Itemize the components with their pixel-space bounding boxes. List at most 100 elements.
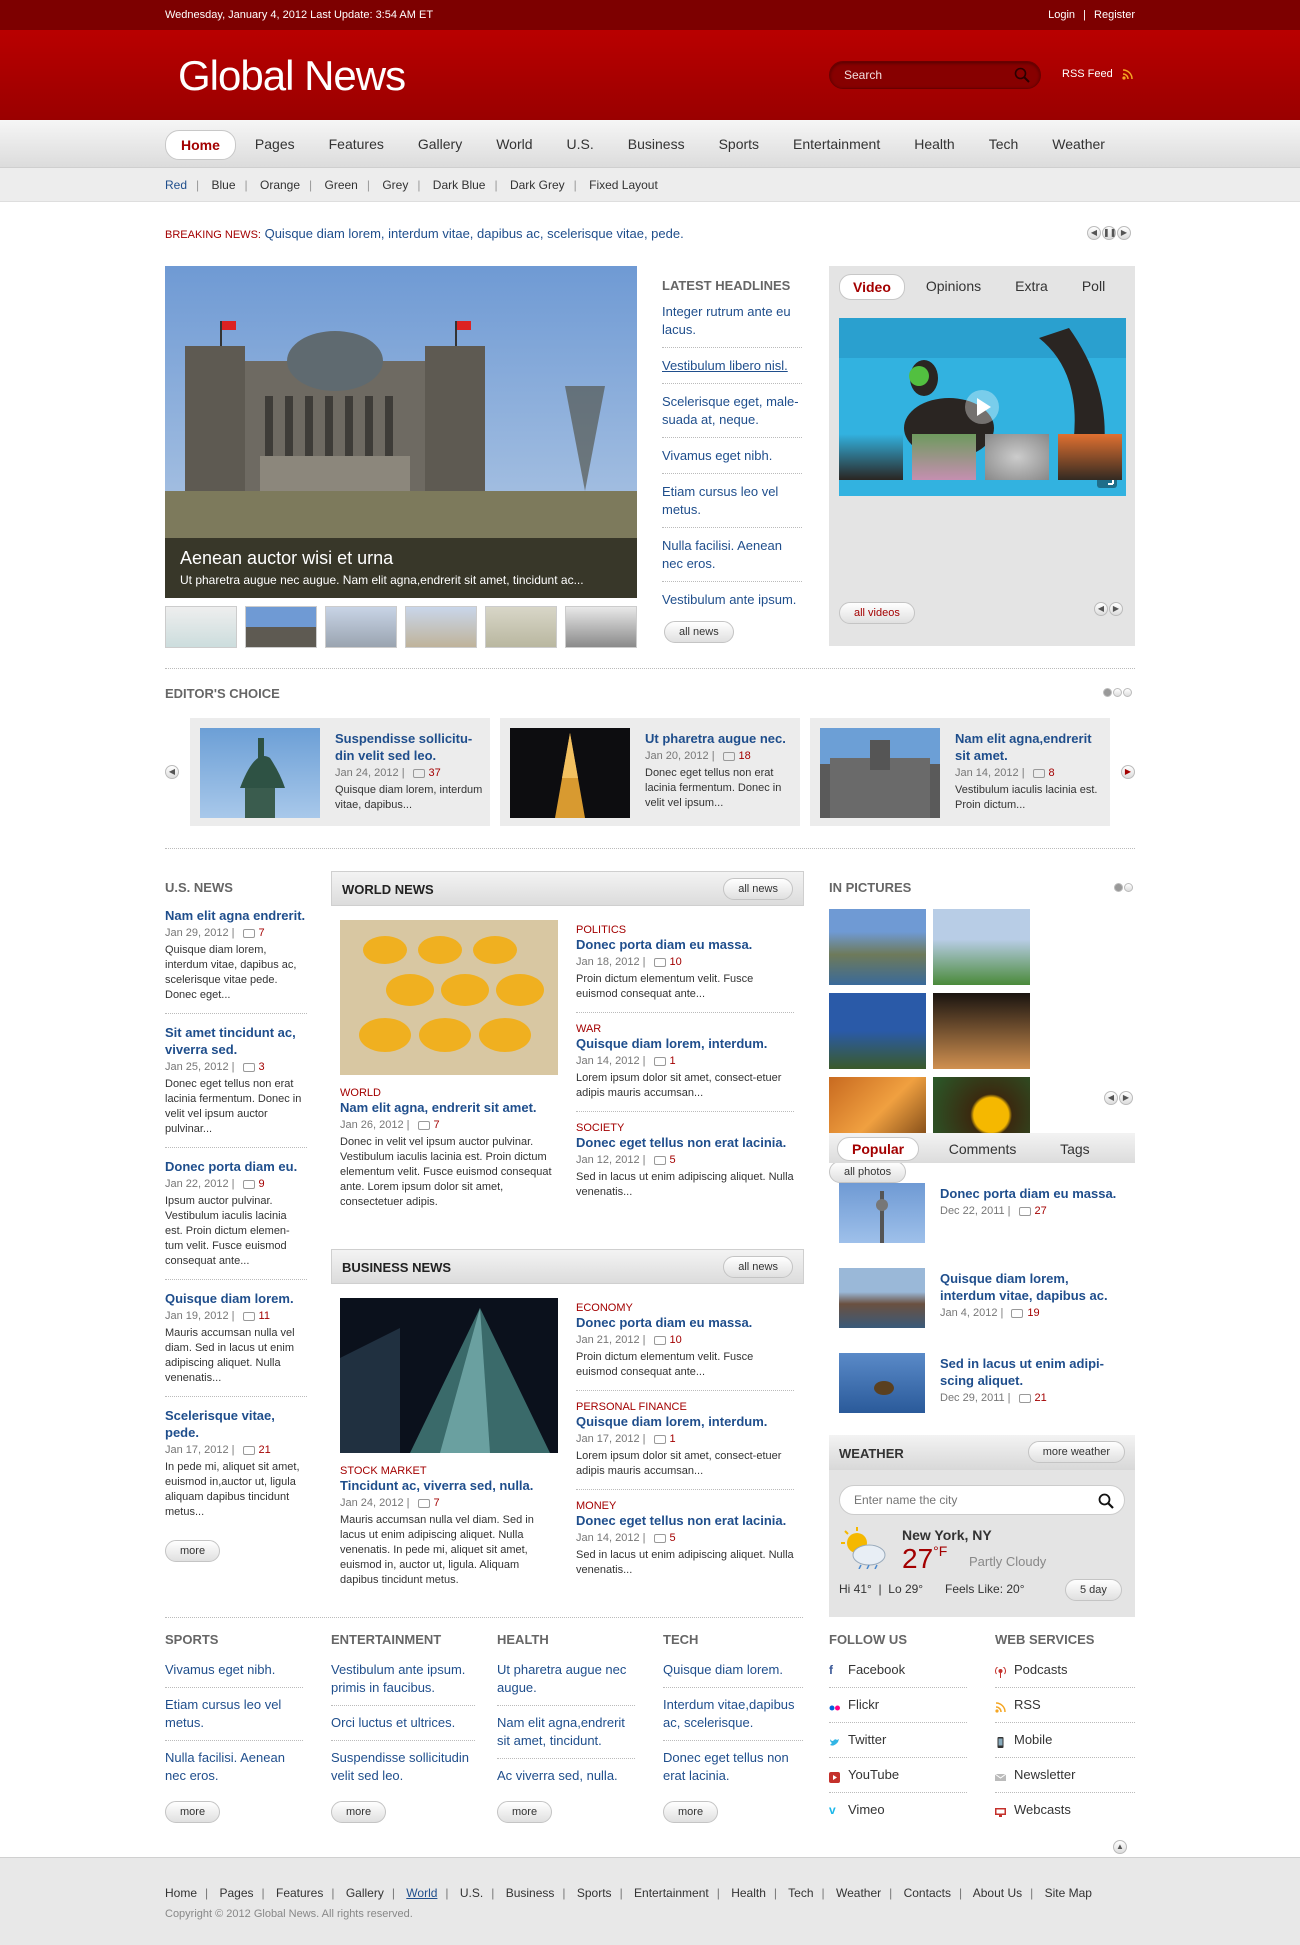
hero-thumb[interactable] bbox=[165, 606, 237, 648]
nav-home[interactable]: Home bbox=[165, 130, 236, 160]
item-title[interactable]: Quisque diam lorem, interdum. bbox=[576, 1035, 794, 1052]
editor-card-title[interactable]: Ut pharetra augue nec. bbox=[645, 730, 793, 747]
photo-thumb[interactable] bbox=[933, 993, 1030, 1069]
search-box[interactable] bbox=[829, 61, 1041, 89]
nav-world[interactable]: World bbox=[481, 130, 547, 160]
theme-dark-blue[interactable]: Dark Blue bbox=[433, 178, 486, 192]
footer-link-health[interactable]: Health bbox=[731, 1886, 766, 1900]
headline-link[interactable]: Scelerisque eget, male-suada at, neque. bbox=[662, 393, 802, 438]
nav-sports[interactable]: Sports bbox=[704, 130, 774, 160]
nav-features[interactable]: Features bbox=[314, 130, 399, 160]
twitter-link[interactable]: Twitter bbox=[829, 1731, 967, 1758]
tech-link[interactable]: Quisque diam lorem. bbox=[663, 1661, 803, 1688]
headline-link[interactable]: Integer rutrum ante eu lacus. bbox=[662, 303, 802, 348]
headline-link[interactable]: Nulla facilisi. Aenean nec eros. bbox=[662, 537, 802, 582]
item-category[interactable]: POLITICS bbox=[576, 924, 794, 936]
world-lead-title[interactable]: Nam elit agna, endrerit sit amet. bbox=[340, 1099, 558, 1116]
theme-red[interactable]: Red bbox=[165, 178, 187, 192]
entertainment-more-button[interactable]: more bbox=[331, 1801, 387, 1823]
world-all-news-button[interactable]: all news bbox=[723, 878, 793, 900]
item-title[interactable]: Quisque diam lorem, interdum. bbox=[576, 1413, 794, 1430]
tab-extra[interactable]: Extra bbox=[1002, 274, 1061, 300]
item-category[interactable]: SOCIETY bbox=[576, 1122, 794, 1134]
nav-health[interactable]: Health bbox=[899, 130, 969, 160]
popular-image[interactable] bbox=[839, 1353, 925, 1413]
world-lead-image[interactable] bbox=[340, 920, 558, 1075]
popular-title[interactable]: Donec porta diam eu massa. bbox=[940, 1185, 1125, 1202]
fixed-layout[interactable]: Fixed Layout bbox=[589, 178, 658, 192]
business-lead-category[interactable]: STOCK MARKET bbox=[340, 1465, 558, 1477]
video-thumb[interactable] bbox=[839, 434, 903, 480]
footer-link-pages[interactable]: Pages bbox=[219, 1886, 253, 1900]
rss-link[interactable]: RSS bbox=[995, 1696, 1135, 1723]
health-link[interactable]: Ut pharetra augue nec augue. bbox=[497, 1661, 635, 1706]
video-thumb[interactable] bbox=[1058, 434, 1122, 480]
mobile-link[interactable]: Mobile bbox=[995, 1731, 1135, 1758]
us-news-item-title[interactable]: Sit amet tincidunt ac, viverra sed. bbox=[165, 1024, 307, 1058]
footer-link-sports[interactable]: Sports bbox=[577, 1886, 612, 1900]
headline-link[interactable]: Etiam cursus leo vel metus. bbox=[662, 483, 802, 528]
search-icon[interactable] bbox=[1014, 67, 1030, 83]
item-category[interactable]: MONEY bbox=[576, 1500, 794, 1512]
footer-link-sitemap[interactable]: Site Map bbox=[1045, 1886, 1092, 1900]
pictures-next-icon[interactable]: ▶ bbox=[1119, 1091, 1133, 1105]
hero-title[interactable]: Aenean auctor wisi et urna bbox=[180, 548, 622, 569]
tech-link[interactable]: Interdum vitae,dapibus ac, scelerisque. bbox=[663, 1696, 803, 1741]
editors-prev-icon[interactable]: ◀ bbox=[165, 765, 179, 779]
all-news-button[interactable]: all news bbox=[664, 621, 734, 643]
business-all-news-button[interactable]: all news bbox=[723, 1256, 793, 1278]
pictures-prev-icon[interactable]: ◀ bbox=[1104, 1091, 1118, 1105]
photo-thumb[interactable] bbox=[933, 909, 1030, 985]
more-weather-button[interactable]: more weather bbox=[1027, 1441, 1125, 1463]
item-title[interactable]: Donec eget tellus non erat lacinia. bbox=[576, 1134, 794, 1151]
us-news-item-title[interactable]: Scelerisque vitae, pede. bbox=[165, 1407, 307, 1441]
five-day-button[interactable]: 5 day bbox=[1065, 1579, 1122, 1601]
webcasts-link[interactable]: Webcasts bbox=[995, 1801, 1135, 1827]
tech-link[interactable]: Donec eget tellus non erat lacinia. bbox=[663, 1749, 803, 1793]
pager-dot[interactable] bbox=[1114, 883, 1123, 892]
theme-grey[interactable]: Grey bbox=[382, 178, 408, 192]
search-input[interactable] bbox=[844, 68, 1004, 82]
item-category[interactable]: PERSONAL FINANCE bbox=[576, 1401, 794, 1413]
podcasts-link[interactable]: Podcasts bbox=[995, 1661, 1135, 1688]
video-prev-icon[interactable]: ◀ bbox=[1094, 602, 1108, 616]
sports-link[interactable]: Etiam cursus leo vel metus. bbox=[165, 1696, 303, 1741]
headline-link[interactable]: Vestibulum ante ipsum. bbox=[662, 591, 802, 617]
health-link[interactable]: Ac viverra sed, nulla. bbox=[497, 1767, 635, 1793]
photo-thumb[interactable] bbox=[829, 909, 926, 985]
world-lead-category[interactable]: WORLD bbox=[340, 1087, 558, 1099]
entertainment-link[interactable]: Vestibulum ante ipsum. primis in faucibu… bbox=[331, 1661, 475, 1706]
site-logo[interactable]: Global News bbox=[178, 52, 406, 100]
footer-link-entertainment[interactable]: Entertainment bbox=[634, 1886, 709, 1900]
popular-title[interactable]: Sed in lacus ut enim adipi-scing aliquet… bbox=[940, 1355, 1125, 1389]
tab-tags[interactable]: Tags bbox=[1046, 1138, 1104, 1160]
back-to-top-icon[interactable]: ▲ bbox=[1113, 1840, 1127, 1854]
footer-link-tech[interactable]: Tech bbox=[788, 1886, 813, 1900]
video-thumb[interactable] bbox=[985, 434, 1049, 480]
editor-card[interactable]: Suspendisse sollicitu-din velit sed leo.… bbox=[190, 718, 490, 826]
footer-link-us[interactable]: U.S. bbox=[460, 1886, 483, 1900]
business-lead-image[interactable] bbox=[340, 1298, 558, 1453]
hero-thumb[interactable] bbox=[485, 606, 557, 648]
us-news-item-title[interactable]: Nam elit agna endrerit. bbox=[165, 907, 307, 924]
flickr-link[interactable]: Flickr bbox=[829, 1696, 967, 1723]
nav-pages[interactable]: Pages bbox=[240, 130, 310, 160]
hero-thumb[interactable] bbox=[325, 606, 397, 648]
nav-entertainment[interactable]: Entertainment bbox=[778, 130, 895, 160]
editors-next-icon[interactable]: ▶ bbox=[1121, 765, 1135, 779]
sports-more-button[interactable]: more bbox=[165, 1801, 221, 1823]
footer-link-contacts[interactable]: Contacts bbox=[904, 1886, 951, 1900]
all-videos-button[interactable]: all videos bbox=[839, 602, 915, 624]
headline-link[interactable]: Vivamus eget nibh. bbox=[662, 447, 802, 474]
ticker-prev-icon[interactable]: ◀ bbox=[1087, 226, 1101, 240]
headline-link[interactable]: Vestibulum libero nisl. bbox=[662, 357, 802, 384]
theme-dark-grey[interactable]: Dark Grey bbox=[510, 178, 565, 192]
video-next-icon[interactable]: ▶ bbox=[1109, 602, 1123, 616]
nav-us[interactable]: U.S. bbox=[552, 130, 609, 160]
newsletter-link[interactable]: Newsletter bbox=[994, 1766, 1135, 1793]
city-search[interactable] bbox=[839, 1485, 1125, 1515]
health-link[interactable]: Nam elit agna,endrerit sit amet, tincidu… bbox=[497, 1714, 635, 1759]
entertainment-link[interactable]: Suspendisse sollicitudin velit sed leo. bbox=[331, 1749, 475, 1793]
hero-slider[interactable]: Aenean auctor wisi et urna Ut pharetra a… bbox=[165, 266, 637, 598]
popular-image[interactable] bbox=[839, 1183, 925, 1243]
